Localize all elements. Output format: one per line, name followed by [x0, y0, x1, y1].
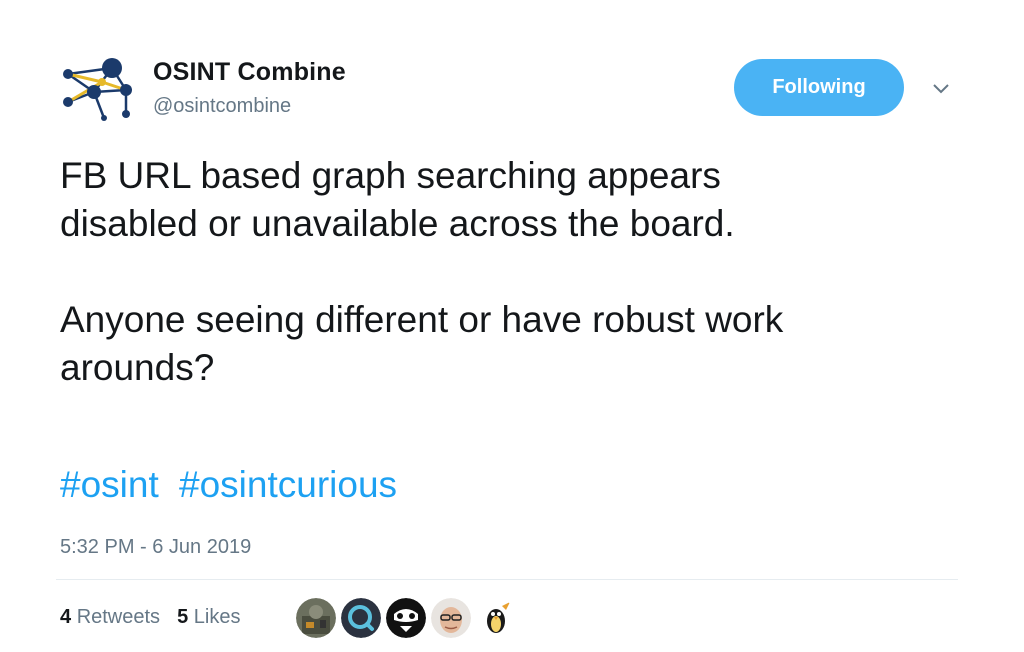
liker-avatar-face[interactable] [431, 598, 471, 638]
retweets-stat[interactable]: 4 Retweets [60, 606, 160, 629]
account-avatar[interactable] [56, 52, 142, 124]
chevron-down-icon[interactable] [930, 80, 952, 96]
liker-avatar-camo[interactable] [296, 598, 336, 638]
retweets-label: Retweets [76, 606, 161, 628]
likers-avatars [296, 598, 516, 638]
liker-avatar-search[interactable] [341, 598, 381, 638]
hashtag-osint[interactable]: #osint [60, 464, 159, 505]
divider [56, 579, 958, 580]
tweet-card: OSINT Combine @osintcombine Following FB… [0, 0, 1024, 652]
account-handle[interactable]: @osintcombine [153, 95, 291, 118]
following-button[interactable]: Following [734, 59, 904, 116]
tweet-stats: 4 Retweets 5 Likes [60, 606, 240, 629]
hashtag-osintcurious[interactable]: #osintcurious [179, 464, 397, 505]
tweet-hashtags: #osint #osintcurious [60, 461, 407, 509]
account-name[interactable]: OSINT Combine [153, 58, 346, 87]
likes-stat[interactable]: 5 Likes [177, 606, 240, 629]
tweet-timestamp[interactable]: 5:32 PM - 6 Jun 2019 [60, 536, 251, 559]
likes-count: 5 [177, 606, 189, 628]
liker-avatar-penguin[interactable] [476, 598, 516, 638]
likes-label: Likes [193, 606, 241, 628]
retweets-count: 4 [60, 606, 72, 628]
tweet-text: FB URL based graph searching appears dis… [60, 155, 784, 388]
liker-avatar-mask[interactable] [386, 598, 426, 638]
